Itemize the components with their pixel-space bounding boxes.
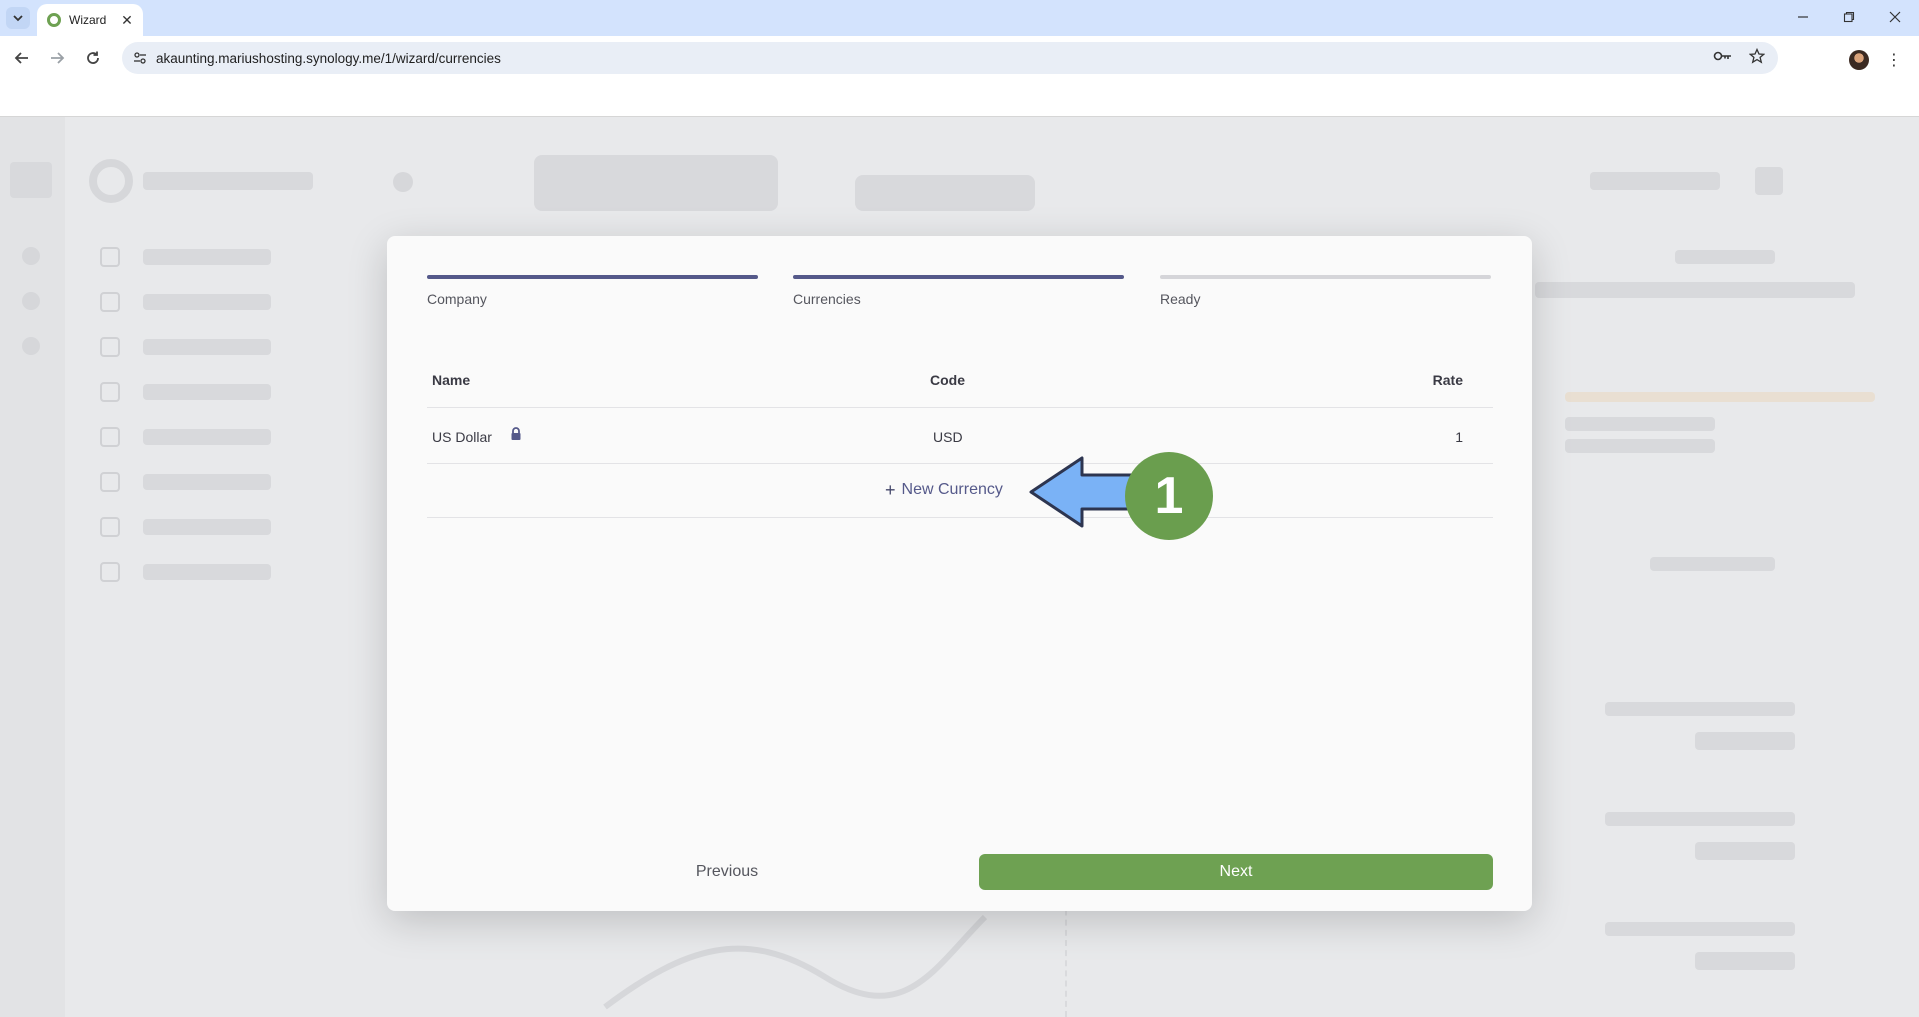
step-progress-bar [793, 275, 1124, 279]
next-button[interactable]: Next [979, 854, 1493, 890]
column-header-name: Name [432, 372, 471, 388]
chevron-down-icon [13, 15, 23, 22]
tab-search-button[interactable] [6, 7, 30, 29]
url-text[interactable]: akaunting.mariushosting.synology.me/1/wi… [156, 51, 501, 66]
akaunting-favicon-icon [47, 13, 61, 27]
step-ready[interactable]: Ready [1160, 275, 1491, 307]
step-label: Ready [1160, 291, 1201, 307]
new-currency-label: New Currency [901, 481, 1003, 498]
plus-icon: + [885, 479, 896, 500]
currency-name: US Dollar [432, 429, 492, 445]
lock-icon [511, 427, 521, 440]
site-settings-icon[interactable] [130, 48, 150, 68]
bookmarks-bar [0, 80, 1919, 117]
step-currencies[interactable]: Currencies [793, 275, 1124, 307]
tab-title: Wizard [69, 13, 107, 27]
browser-toolbar: akaunting.mariushosting.synology.me/1/wi… [0, 36, 1919, 80]
pointer-arrow-icon [1029, 456, 1137, 528]
step-progress-bar [427, 275, 758, 279]
browser-tab[interactable]: Wizard ✕ [37, 4, 143, 36]
password-key-icon[interactable] [1711, 44, 1735, 68]
bookmark-star-icon[interactable] [1745, 44, 1769, 68]
step-progress-bar [1160, 275, 1491, 279]
previous-button[interactable]: Previous [587, 854, 867, 890]
close-window-icon[interactable] [1874, 0, 1916, 34]
table-row[interactable]: US Dollar USD 1 [427, 409, 1493, 464]
bg-chart-curve [603, 914, 988, 1010]
currency-rate: 1 [1455, 429, 1463, 445]
step-label: Currencies [793, 291, 861, 307]
restore-window-icon[interactable] [1828, 0, 1870, 34]
bg-icon-sidebar [0, 117, 65, 1017]
column-header-code: Code [930, 372, 965, 388]
step-number-text: 1 [1155, 467, 1184, 525]
back-icon[interactable] [8, 44, 36, 72]
annotation-arrow-badge: 1 [1029, 452, 1213, 540]
browser-menu-icon[interactable]: ⋮ [1884, 48, 1904, 72]
browser-tabbar: Wizard ✕ [0, 0, 1919, 36]
minimize-window-icon[interactable] [1782, 0, 1824, 34]
new-currency-button[interactable]: + New Currency [885, 478, 1003, 502]
column-header-rate: Rate [1432, 372, 1463, 388]
address-bar[interactable]: akaunting.mariushosting.synology.me/1/wi… [122, 42, 1778, 74]
step-label: Company [427, 291, 487, 307]
reload-icon[interactable] [79, 44, 107, 72]
currency-table-header: Name Code Rate [427, 368, 1493, 408]
new-currency-row: + New Currency [427, 465, 1493, 518]
currency-code: USD [933, 429, 963, 445]
close-tab-icon[interactable]: ✕ [119, 12, 135, 28]
wizard-modal: Company Currencies Ready Name Code Rate … [387, 236, 1532, 911]
step-company[interactable]: Company [427, 275, 758, 307]
profile-avatar[interactable] [1849, 50, 1869, 70]
forward-icon[interactable] [43, 44, 71, 72]
